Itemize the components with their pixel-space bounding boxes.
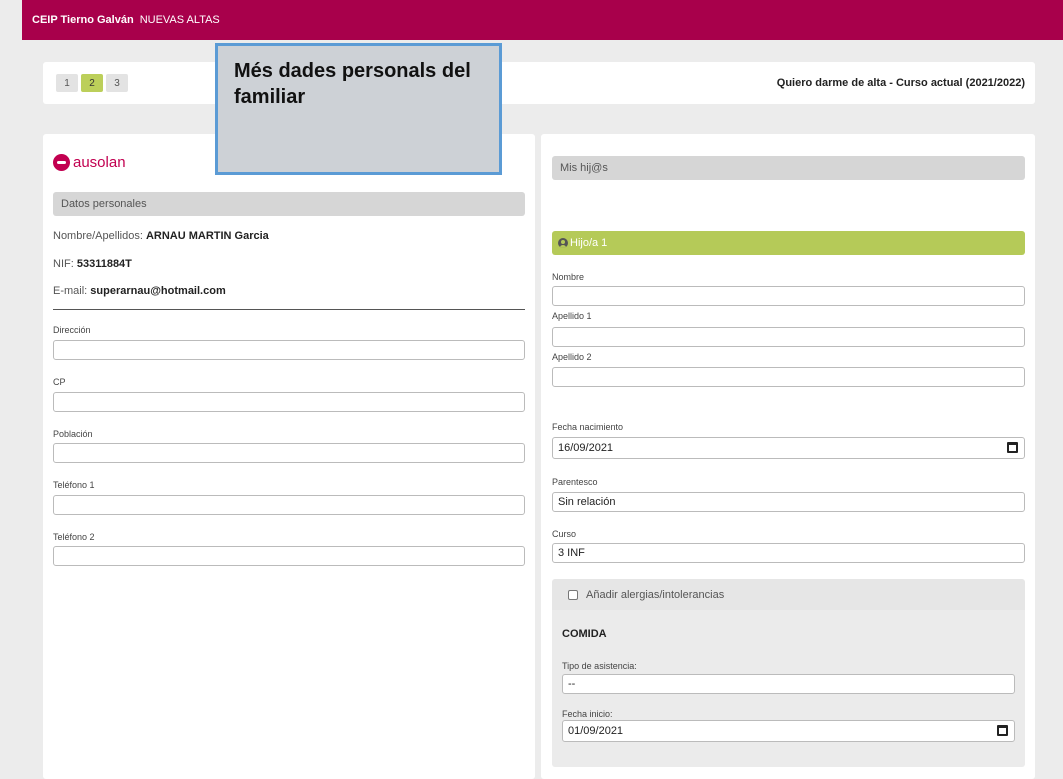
step-3[interactable]: 3: [106, 74, 128, 92]
parentesco-select[interactable]: Sin relación: [552, 492, 1025, 512]
personal-data-panel: ausolan Datos personales Nombre/Apellido…: [43, 134, 535, 779]
fecha-nacimiento-input[interactable]: 16/09/2021: [552, 437, 1025, 459]
direccion-input[interactable]: [53, 340, 525, 360]
logo-text: ausolan: [73, 154, 126, 171]
cp-label: CP: [53, 377, 66, 387]
logo-mark-icon: [53, 154, 70, 171]
ausolan-logo: ausolan: [53, 154, 126, 171]
apellido2-label: Apellido 2: [552, 352, 592, 362]
cp-input[interactable]: [53, 392, 525, 412]
telefono1-input[interactable]: [53, 495, 525, 515]
nif-line: NIF: 53311884T: [53, 258, 132, 270]
allergies-checkbox[interactable]: [568, 589, 578, 600]
fecha-nacimiento-label: Fecha nacimiento: [552, 422, 624, 432]
calendar-icon[interactable]: [1007, 442, 1018, 453]
callout-annotation: Més dades personals del familiar: [215, 43, 502, 175]
parentesco-label: Parentesco: [552, 477, 598, 487]
email-line: E-mail: superarnau@hotmail.com: [53, 285, 226, 297]
apellido1-label: Apellido 1: [552, 311, 592, 321]
nombre-label: Nombre: [552, 272, 585, 282]
user-circle-icon: [558, 238, 568, 248]
telefono2-label: Teléfono 2: [53, 532, 95, 542]
comida-title: COMIDA: [562, 628, 607, 640]
name-value: ARNAU MARTIN Garcia: [145, 230, 269, 242]
step-bar: 1 2 3 Quiero darme de alta - Curso actua…: [43, 62, 1035, 104]
curso-label: Curso: [552, 529, 577, 539]
school-name[interactable]: CEIP Tierno Galván: [32, 14, 134, 26]
email-value: superarnau@hotmail.com: [90, 285, 226, 297]
child-header[interactable]: Hijo/a 1: [552, 231, 1025, 255]
divider: [53, 309, 525, 310]
fecha-nacimiento-value: 16/09/2021: [558, 442, 614, 454]
section-name[interactable]: NUEVAS ALTAS: [140, 14, 220, 26]
page-title: Quiero darme de alta - Curso actual (202…: [776, 77, 1025, 89]
comida-section: COMIDA Tipo de asistencia: -- Fecha inic…: [552, 610, 1025, 767]
apellido2-input[interactable]: [552, 367, 1025, 387]
fecha-inicio-value: 01/09/2021: [568, 725, 624, 737]
section-header-hijos: Mis hij@s: [552, 156, 1025, 180]
curso-select[interactable]: 3 INF: [552, 543, 1025, 563]
fecha-inicio-input[interactable]: 01/09/2021: [562, 720, 1015, 742]
poblacion-label: Población: [53, 429, 93, 439]
fecha-inicio-label: Fecha inicio:: [562, 709, 613, 719]
nif-label: NIF:: [53, 258, 74, 270]
allergies-toggle[interactable]: Añadir alergias/intolerancias: [552, 579, 1025, 610]
step-1[interactable]: 1: [56, 74, 78, 92]
allergies-label: Añadir alergias/intolerancias: [586, 588, 725, 601]
apellido1-input[interactable]: [552, 327, 1025, 347]
children-panel: Mis hij@s Hijo/a 1 Nombre Apellido 1 Ape…: [541, 134, 1035, 779]
poblacion-input[interactable]: [53, 443, 525, 463]
nombre-input[interactable]: [552, 286, 1025, 306]
telefono2-input[interactable]: [53, 546, 525, 566]
telefono1-label: Teléfono 1: [53, 480, 95, 490]
nif-value: 53311884T: [76, 258, 132, 270]
step-2[interactable]: 2: [81, 74, 103, 92]
direccion-label: Dirección: [53, 325, 91, 335]
name-line: Nombre/Apellidos: ARNAU MARTIN Garcia: [53, 230, 269, 242]
name-label: Nombre/Apellidos:: [53, 230, 143, 242]
email-label: E-mail:: [53, 285, 88, 297]
top-bar: CEIP Tierno Galván NUEVAS ALTAS: [22, 0, 1063, 40]
tipo-asistencia-label: Tipo de asistencia:: [562, 661, 637, 671]
calendar-icon[interactable]: [997, 725, 1008, 736]
tipo-asistencia-select[interactable]: --: [562, 674, 1015, 694]
section-header-datos: Datos personales: [53, 192, 525, 216]
child-title: Hijo/a 1: [570, 237, 608, 249]
